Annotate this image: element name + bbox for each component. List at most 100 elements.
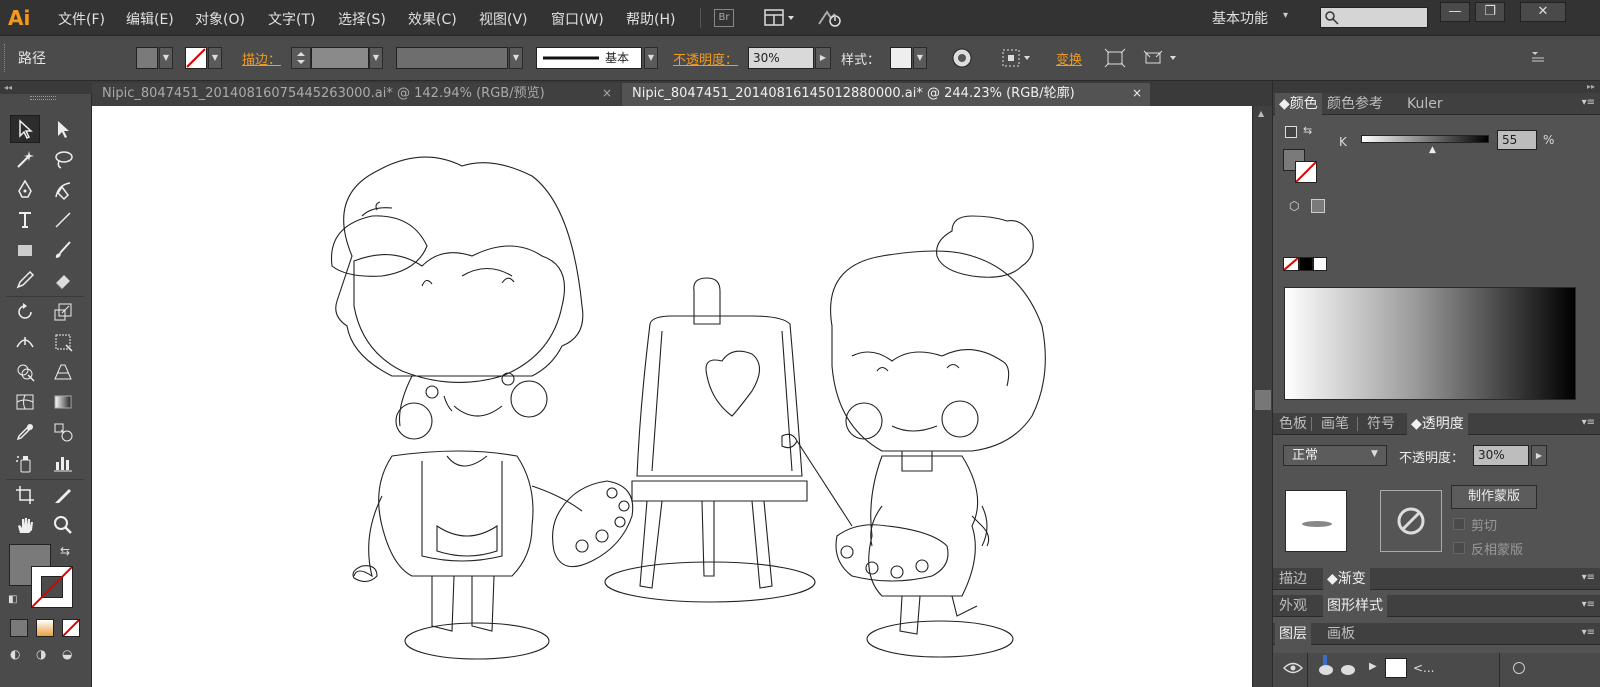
- vertical-scrollbar[interactable]: ▲: [1252, 106, 1272, 687]
- layer-name[interactable]: <...: [1413, 661, 1435, 675]
- eyedropper-tool-icon[interactable]: [10, 418, 40, 446]
- brush-dropdown[interactable]: ▼: [644, 47, 658, 69]
- curvature-tool-icon[interactable]: [48, 176, 78, 204]
- panel-menu-icon[interactable]: ▾≡: [1582, 97, 1595, 108]
- target-icon[interactable]: [1513, 662, 1525, 674]
- opacity-input[interactable]: 30%: [1473, 445, 1529, 466]
- screen-mode-icon[interactable]: ◒: [62, 647, 80, 663]
- tab-layers[interactable]: 图层: [1275, 623, 1311, 645]
- tab-color-guide[interactable]: 颜色参考: [1323, 93, 1387, 115]
- draw-behind-icon[interactable]: ◑: [36, 647, 54, 663]
- make-mask-button[interactable]: 制作蒙版: [1451, 485, 1537, 509]
- menu-help[interactable]: 帮助(H): [626, 9, 675, 29]
- toolbar-grip[interactable]: [30, 96, 56, 100]
- artboard-tool-icon[interactable]: [10, 481, 40, 509]
- recolor-artwork-icon[interactable]: [950, 46, 974, 70]
- tab-color[interactable]: ◆颜色: [1275, 93, 1322, 115]
- tab-symbols[interactable]: 符号: [1363, 413, 1399, 435]
- tab-graphic-styles[interactable]: 图形样式: [1323, 595, 1387, 617]
- pen-tool-icon[interactable]: [10, 176, 40, 204]
- swap-fill-stroke-icon[interactable]: ⇆: [60, 544, 70, 558]
- swap-colors-icon[interactable]: ⇆: [1303, 124, 1312, 137]
- mask-thumbnail[interactable]: [1380, 490, 1442, 552]
- brush-definition[interactable]: 基本: [536, 47, 642, 69]
- opacity-slider-toggle[interactable]: ▶: [1531, 445, 1547, 466]
- hand-tool-icon[interactable]: [10, 511, 40, 539]
- graphic-style-dropdown[interactable]: ▼: [913, 47, 927, 69]
- web-safe-swatch[interactable]: [1311, 199, 1325, 213]
- variable-width-profile[interactable]: [396, 47, 508, 69]
- panel-menu-icon[interactable]: ▾≡: [1582, 627, 1595, 638]
- tab-kuler[interactable]: Kuler: [1403, 93, 1447, 115]
- k-slider[interactable]: [1361, 135, 1489, 143]
- tab-gradient[interactable]: ◆渐变: [1323, 568, 1370, 590]
- width-tool-icon[interactable]: [10, 328, 40, 356]
- panel-menu-icon[interactable]: ▾≡: [1582, 572, 1595, 583]
- stroke-dropdown[interactable]: ▼: [208, 47, 222, 69]
- gradient-tool-icon[interactable]: [48, 388, 78, 416]
- menu-effect[interactable]: 效果(C): [408, 9, 457, 29]
- object-thumbnail[interactable]: [1285, 490, 1347, 552]
- isolate-group-icon[interactable]: [1104, 46, 1126, 70]
- clip-checkbox[interactable]: [1453, 518, 1465, 530]
- opacity-field[interactable]: 30%: [748, 47, 814, 69]
- menu-object[interactable]: 对象(O): [195, 9, 245, 29]
- expand-layer-icon[interactable]: ▶: [1369, 661, 1377, 672]
- none-swatch[interactable]: [1283, 257, 1299, 271]
- more-options-icon[interactable]: [1142, 46, 1182, 70]
- mesh-tool-icon[interactable]: [10, 388, 40, 416]
- graphic-style-swatch[interactable]: [890, 47, 912, 69]
- close-tab-icon[interactable]: ×: [1132, 83, 1142, 104]
- arrange-documents-icon[interactable]: [764, 9, 796, 27]
- tab-stroke[interactable]: 描边: [1275, 568, 1311, 590]
- stroke-weight-stepper[interactable]: [291, 47, 311, 69]
- stroke-swatch[interactable]: [185, 47, 207, 69]
- zoom-tool-icon[interactable]: [48, 511, 78, 539]
- direct-selection-tool-icon[interactable]: [48, 115, 78, 143]
- canvas[interactable]: [92, 106, 1252, 687]
- outline-artwork[interactable]: [92, 106, 1252, 687]
- close-button[interactable]: ✕: [1520, 2, 1566, 22]
- magic-wand-tool-icon[interactable]: [10, 145, 40, 173]
- stroke-color-box[interactable]: [31, 566, 73, 608]
- fill-dropdown[interactable]: ▼: [159, 47, 173, 69]
- workspace-switcher[interactable]: 基本功能: [1212, 8, 1268, 28]
- column-graph-tool-icon[interactable]: [48, 449, 78, 477]
- eraser-tool-icon[interactable]: [48, 266, 78, 294]
- align-to-icon[interactable]: [1000, 46, 1034, 70]
- stroke-weight-field[interactable]: [311, 47, 369, 69]
- artboard[interactable]: [92, 106, 1252, 687]
- tab-document-2[interactable]: Nipic_8047451_20140816145012880000.ai* @…: [622, 83, 1150, 106]
- default-colors-icon[interactable]: [1285, 126, 1297, 138]
- slice-tool-icon[interactable]: [48, 481, 78, 509]
- scrollbar-thumb[interactable]: [1255, 390, 1271, 410]
- lasso-tool-icon[interactable]: [48, 145, 78, 173]
- chevron-down-icon[interactable]: ▾: [1283, 10, 1288, 21]
- paintbrush-tool-icon[interactable]: [48, 236, 78, 264]
- type-tool-icon[interactable]: [10, 206, 40, 234]
- layer-row[interactable]: ▶ <...: [1273, 653, 1600, 687]
- opacity-slider-arrow[interactable]: ▶: [815, 47, 831, 69]
- color-spectrum[interactable]: [1284, 287, 1576, 400]
- grip[interactable]: [4, 44, 6, 72]
- free-transform-tool-icon[interactable]: [48, 328, 78, 356]
- collapse-toolbar-icon[interactable]: ◂◂: [0, 82, 92, 94]
- chevron-down-icon[interactable]: ▼: [1371, 449, 1378, 459]
- k-value-field[interactable]: 55: [1497, 130, 1537, 150]
- shape-builder-tool-icon[interactable]: [10, 358, 40, 386]
- default-fill-stroke-icon[interactable]: ◧: [8, 594, 17, 605]
- invert-mask-checkbox[interactable]: [1453, 542, 1465, 554]
- menu-type[interactable]: 文字(T): [268, 9, 315, 29]
- gradient-mode-icon[interactable]: [36, 619, 54, 637]
- control-bar-menu-icon[interactable]: [1530, 50, 1546, 74]
- opacity-panel-link[interactable]: 不透明度：: [673, 49, 738, 68]
- stroke-weight-dropdown[interactable]: ▼: [369, 47, 383, 69]
- collapse-panels-icon[interactable]: ▸▸: [1273, 81, 1600, 93]
- menu-select[interactable]: 选择(S): [338, 9, 386, 29]
- tab-document-1[interactable]: Nipic_8047451_20140816075445263000.ai* @…: [92, 83, 620, 106]
- scale-tool-icon[interactable]: [48, 298, 78, 326]
- panel-menu-icon[interactable]: ▾≡: [1582, 417, 1595, 428]
- search-input[interactable]: [1320, 7, 1428, 28]
- close-tab-icon[interactable]: ×: [602, 83, 612, 104]
- menu-edit[interactable]: 编辑(E): [126, 9, 174, 29]
